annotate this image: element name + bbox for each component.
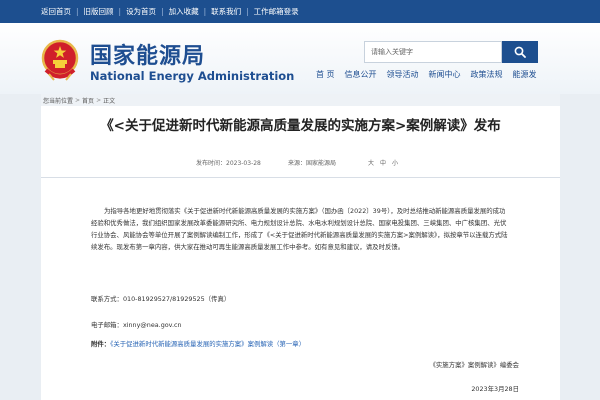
signature: 《实施方案》案例解读》编委会 bbox=[429, 361, 519, 369]
nav-policies[interactable]: 政策法规 bbox=[471, 69, 503, 80]
attachment-label: 附件： bbox=[91, 340, 111, 348]
main-nav: 首 页 信息公开 领导活动 新闻中心 政策法规 能源发 bbox=[316, 69, 547, 80]
font-size-small[interactable]: 小 bbox=[392, 158, 398, 167]
nav-news-center[interactable]: 新闻中心 bbox=[429, 69, 461, 80]
breadcrumb-separator-icon: > bbox=[75, 96, 81, 104]
work-email-login-link[interactable]: 工作邮箱登录 bbox=[254, 6, 299, 17]
breadcrumb-label: 您当前位置 bbox=[43, 97, 74, 105]
contact-info: 联系方式：010-81929527/81929525（传真） bbox=[91, 295, 231, 303]
site-title: 国家能源局 bbox=[90, 44, 206, 69]
nav-energy[interactable]: 能源发 bbox=[513, 69, 537, 80]
nav-leader-activities[interactable]: 领导活动 bbox=[387, 69, 419, 80]
old-version-link[interactable]: 旧版回顾 bbox=[84, 6, 114, 17]
breadcrumb-separator-icon: > bbox=[96, 96, 102, 104]
divider: | bbox=[118, 7, 122, 16]
add-favorite-link[interactable]: 加入收藏 bbox=[169, 6, 199, 17]
site-title-english: National Energy Administration bbox=[90, 69, 295, 83]
email-info: 电子邮箱：xinny@nea.gov.cn bbox=[91, 321, 182, 329]
breadcrumb-home[interactable]: 首页 bbox=[82, 96, 94, 105]
search-input[interactable]: 请输入关键字 bbox=[364, 41, 502, 63]
article-title: 《<关于促进新时代新能源高质量发展的实施方案>案例解读》发布 bbox=[100, 118, 501, 134]
font-size-medium[interactable]: 中 bbox=[380, 158, 386, 167]
font-size-large[interactable]: 大 bbox=[368, 158, 374, 167]
top-utility-links: 返回首页 | 旧版回顾 | 设为首页 | 加入收藏 | 联系我们 | 工作邮箱登… bbox=[41, 0, 299, 23]
attachment: 附件：《关于促进新时代新能源高质量发展的实施方案》案例解读（第一章） bbox=[91, 338, 511, 350]
divider: | bbox=[203, 7, 207, 16]
breadcrumb: 您当前位置 > 首页 > 正文 bbox=[41, 94, 560, 106]
top-utility-bar: 返回首页 | 旧版回顾 | 设为首页 | 加入收藏 | 联系我们 | 工作邮箱登… bbox=[0, 0, 600, 23]
article-paragraph: 为指导各地更好地贯彻落实《关于促进新时代新能源高质量发展的实施方案》（国办函〔2… bbox=[91, 207, 508, 251]
site-header: 国家能源局 National Energy Administration 请输入… bbox=[0, 23, 600, 94]
breadcrumb-current: 正文 bbox=[103, 97, 116, 105]
article-card: 您当前位置 > 首页 > 正文 《<关于促进新时代新能源高质量发展的实施方案>案… bbox=[41, 94, 560, 400]
search-button[interactable] bbox=[502, 41, 538, 63]
search-placeholder: 请输入关键字 bbox=[371, 48, 413, 56]
set-homepage-link[interactable]: 设为首页 bbox=[126, 6, 156, 17]
magnifier-icon bbox=[514, 46, 526, 58]
publish-time: 发布时间：2023-03-28 bbox=[196, 160, 261, 167]
nav-home[interactable]: 首 页 bbox=[316, 69, 335, 80]
contact-us-link[interactable]: 联系我们 bbox=[211, 6, 241, 17]
national-emblem-icon[interactable] bbox=[41, 39, 79, 81]
home-link[interactable]: 返回首页 bbox=[41, 6, 71, 17]
divider: | bbox=[161, 7, 164, 16]
attachment-link[interactable]: 《关于促进新时代新能源高质量发展的实施方案》案例解读（第一章） bbox=[110, 340, 305, 348]
divider: | bbox=[246, 7, 249, 16]
article-source: 来源：国家能源局 bbox=[288, 160, 337, 167]
nav-info-disclosure[interactable]: 信息公开 bbox=[345, 69, 377, 80]
article-meta: 发布时间：2023-03-28 来源：国家能源局 大 中 小 bbox=[41, 158, 560, 170]
divider: | bbox=[76, 7, 79, 16]
divider bbox=[41, 177, 560, 178]
article-date: 2023年3月28日 bbox=[471, 385, 519, 393]
